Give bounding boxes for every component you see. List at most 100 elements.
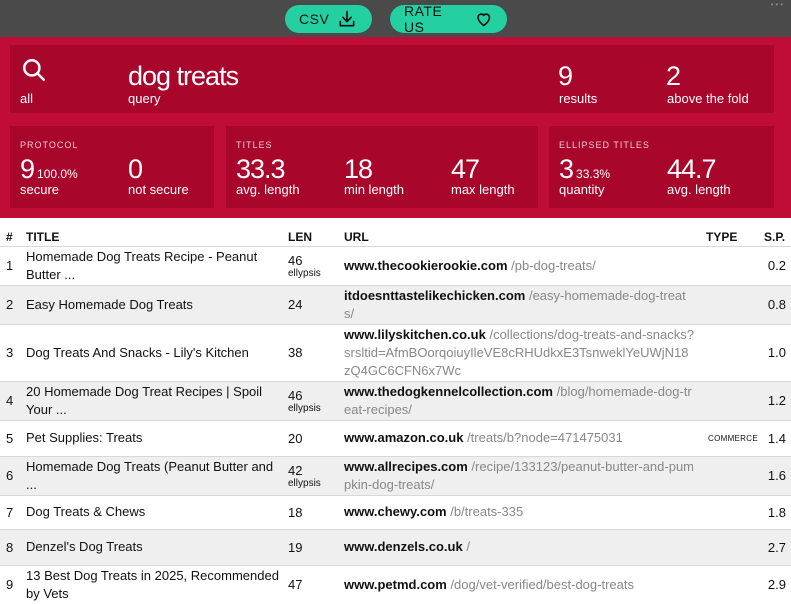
- row-ellipsis-note: ellypsis: [288, 477, 321, 489]
- table-row: 3 Dog Treats And Snacks - Lily's Kitchen 3…: [0, 323, 791, 381]
- row-domain[interactable]: www.amazon.co.uk: [344, 430, 463, 445]
- row-serp-position: 2.9: [762, 564, 791, 604]
- table-row: 4 20 Homemade Dog Treat Recipes | Spoil Y…: [0, 380, 791, 420]
- row-url[interactable]: www.denzels.co.uk /: [342, 528, 704, 565]
- row-url[interactable]: www.chewy.com /b/treats-335: [342, 494, 704, 529]
- menu-dots[interactable]: •••: [771, 0, 785, 9]
- table-row: 5 Pet Supplies: Treats 20 www.amazon.co.uk …: [0, 419, 791, 456]
- row-url[interactable]: www.amazon.co.uk /treats/b?node=47147503…: [342, 419, 704, 456]
- row-title: Easy Homemade Dog Treats: [24, 284, 286, 324]
- row-title: Dog Treats & Chews: [24, 494, 286, 529]
- row-title: Dog Treats And Snacks - Lily's Kitchen: [24, 323, 286, 381]
- row-length: 24: [286, 284, 342, 324]
- row-url[interactable]: www.thecookierookie.com /pb-dog-treats/: [342, 245, 704, 285]
- table-row: 7 Dog Treats & Chews 18 www.chewy.com /b/tr…: [0, 494, 791, 529]
- row-domain[interactable]: www.denzels.co.uk: [344, 539, 463, 554]
- row-domain[interactable]: www.lilyskitchen.co.uk: [344, 327, 486, 342]
- ellipsed-percent: 33.3%: [576, 167, 611, 181]
- titles-card: TITLES 33.3 avg. length 18 min length 47…: [226, 126, 538, 208]
- download-icon: [339, 10, 355, 27]
- row-domain[interactable]: itdoesnttastelikechicken.com: [344, 288, 525, 303]
- row-path[interactable]: /pb-dog-treats/: [511, 258, 596, 273]
- row-length: 19: [286, 528, 342, 565]
- row-type: COMMERCE: [704, 419, 762, 456]
- ellipsed-caption: ELLIPSED TITLES: [559, 140, 650, 150]
- row-serp-position: 1.6: [762, 455, 791, 495]
- ellipsed-quantity-label: quantity: [559, 182, 605, 197]
- table-row: 9 13 Best Dog Treats in 2025, Recommended…: [0, 564, 791, 604]
- fold-label: above the fold: [667, 91, 749, 106]
- ellipsed-avg-label: avg. length: [667, 182, 731, 197]
- row-title: 13 Best Dog Treats in 2025, Recommended …: [24, 564, 286, 604]
- row-number: 7: [0, 494, 24, 529]
- ellipsed-quantity-value: 3 33.3%: [559, 154, 611, 184]
- row-number: 3: [0, 323, 24, 381]
- avg-length-value: 33.3: [236, 154, 286, 184]
- row-number: 4: [0, 380, 24, 420]
- rate-us-button[interactable]: RATE US: [390, 3, 507, 35]
- top-toolbar: CSV RATE US •••: [0, 0, 791, 37]
- secure-label: secure: [20, 182, 60, 197]
- row-length-value: 46: [288, 387, 303, 403]
- row-title: Homemade Dog Treats Recipe - Peanut Butt…: [24, 245, 286, 285]
- row-serp-position: 0.8: [762, 284, 791, 324]
- header-url[interactable]: URL: [342, 229, 704, 246]
- row-serp-position: 1.8: [762, 494, 791, 529]
- row-serp-position: 2.7: [762, 528, 791, 565]
- row-number: 8: [0, 528, 24, 565]
- row-number: 1: [0, 245, 24, 285]
- header-title[interactable]: TITLE: [24, 229, 286, 246]
- row-path[interactable]: /: [466, 539, 470, 554]
- search-icon: [23, 59, 45, 81]
- row-length: 18: [286, 494, 342, 529]
- row-title: Homemade Dog Treats (Peanut Butter and .…: [24, 455, 286, 495]
- csv-download-button[interactable]: CSV: [285, 5, 372, 33]
- row-domain[interactable]: www.allrecipes.com: [344, 459, 468, 474]
- row-domain[interactable]: www.thedogkennelcollection.com: [344, 384, 553, 399]
- row-domain[interactable]: www.thecookierookie.com: [344, 258, 508, 273]
- header-type[interactable]: TYPE: [704, 229, 762, 246]
- summary-panel: all dog treats query 9 results 2 above t…: [0, 37, 791, 218]
- row-path[interactable]: /dog/vet-verified/best-dog-treats: [450, 577, 634, 592]
- not-secure-value: 0: [128, 154, 143, 184]
- ellipsed-avg-value: 44.7: [667, 154, 717, 184]
- row-serp-position: 1.4: [762, 419, 791, 456]
- row-type: [704, 323, 762, 381]
- max-length-value: 47: [451, 154, 480, 184]
- row-length-value: 24: [288, 297, 303, 312]
- row-length-value: 46: [288, 252, 303, 268]
- row-domain[interactable]: www.chewy.com: [344, 504, 447, 519]
- row-url[interactable]: www.lilyskitchen.co.uk /collections/dog-…: [342, 323, 704, 381]
- row-title: Pet Supplies: Treats: [24, 419, 286, 456]
- results-table: # TITLE LEN URL TYPE S.P. 1 Homemade Dog …: [0, 229, 791, 604]
- header-len[interactable]: LEN: [286, 229, 342, 246]
- row-serp-position: 1.0: [762, 323, 791, 381]
- row-type: [704, 380, 762, 420]
- table-row: 2 Easy Homemade Dog Treats 24 itdoesnttaste…: [0, 284, 791, 324]
- row-length-value: 42: [288, 462, 303, 478]
- row-length: 46 ellypsis: [286, 380, 342, 420]
- csv-button-label: CSV: [299, 11, 330, 27]
- titles-caption: TITLES: [236, 140, 273, 150]
- query-value: dog treats: [128, 61, 239, 91]
- ellipsed-titles-card: ELLIPSED TITLES 3 33.3% quantity 44.7 avg…: [549, 126, 774, 208]
- row-type: [704, 564, 762, 604]
- not-secure-label: not secure: [128, 182, 189, 197]
- row-url[interactable]: www.thedogkennelcollection.com /blog/hom…: [342, 380, 704, 420]
- secure-percent: 100.0%: [37, 167, 78, 181]
- row-url[interactable]: itdoesnttastelikechicken.com /easy-homem…: [342, 284, 704, 324]
- row-domain[interactable]: www.petmd.com: [344, 577, 447, 592]
- row-url[interactable]: www.petmd.com /dog/vet-verified/best-dog…: [342, 564, 704, 604]
- row-number: 5: [0, 419, 24, 456]
- row-url[interactable]: www.allrecipes.com /recipe/133123/peanut…: [342, 455, 704, 495]
- secure-value: 9 100.0%: [20, 154, 78, 184]
- fold-value: 2: [666, 61, 681, 91]
- table-row: 8 Denzel's Dog Treats 19 www.denzels.co.uk …: [0, 528, 791, 565]
- table-body: 1 Homemade Dog Treats Recipe - Peanut But…: [0, 245, 791, 604]
- row-path[interactable]: /treats/b?node=471475031: [467, 430, 623, 445]
- row-length: 42 ellypsis: [286, 455, 342, 495]
- header-num[interactable]: #: [0, 229, 24, 246]
- header-sp[interactable]: S.P.: [762, 229, 791, 246]
- row-length-value: 20: [288, 430, 303, 446]
- row-path[interactable]: /b/treats-335: [450, 504, 523, 519]
